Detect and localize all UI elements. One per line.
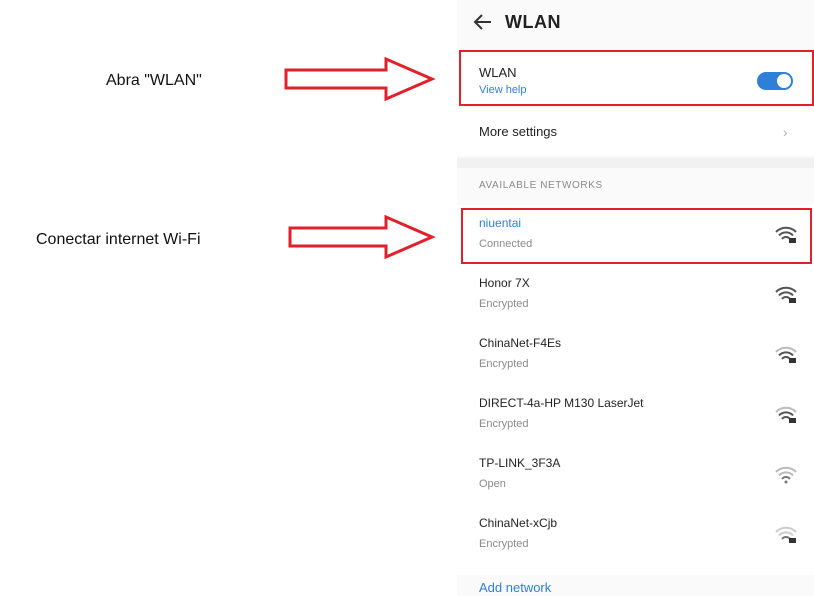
network-item-tp-link[interactable]: TP-LINK_3F3A Open — [457, 448, 814, 506]
network-status: Connected — [479, 238, 533, 250]
page-title: WLAN — [505, 12, 561, 32]
network-name: niuentai — [479, 216, 522, 230]
network-item-direct-hp-laserjet[interactable]: DIRECT-4a-HP M130 LaserJet Encrypted — [457, 388, 814, 446]
network-name: ChinaNet-xCjb — [479, 516, 558, 530]
network-status: Encrypted — [479, 418, 529, 430]
network-item-niuentai[interactable]: niuentai Connected — [457, 208, 814, 266]
wifi-locked-icon — [775, 226, 797, 243]
add-network-button[interactable]: Add network — [479, 580, 551, 595]
network-status: Encrypted — [479, 358, 529, 370]
wifi-open-icon — [775, 466, 797, 484]
network-item-chinanet-f4es[interactable]: ChinaNet-F4Es Encrypted — [457, 328, 814, 386]
wlan-toggle[interactable] — [757, 72, 793, 90]
arrow-right-icon — [288, 214, 436, 260]
chevron-right-icon: › — [783, 124, 788, 140]
annotation-connect-wifi: Conectar internet Wi-Fi — [36, 231, 201, 248]
wlan-label: WLAN — [479, 65, 517, 80]
wifi-locked-icon — [775, 526, 797, 543]
wifi-locked-icon — [775, 406, 797, 423]
toggle-knob — [777, 74, 791, 88]
wifi-locked-icon — [775, 286, 797, 303]
network-name: DIRECT-4a-HP M130 LaserJet — [479, 396, 644, 410]
available-networks-header: AVAILABLE NETWORKS — [479, 180, 603, 191]
network-name: ChinaNet-F4Es — [479, 336, 562, 350]
more-settings-label: More settings — [479, 124, 558, 139]
wifi-locked-icon — [775, 346, 797, 363]
network-status: Encrypted — [479, 298, 529, 310]
network-item-chinanet-xcjb[interactable]: ChinaNet-xCjb Encrypted — [457, 508, 814, 566]
wlan-settings-screen: WLAN WLAN View help More settings › AVAI… — [457, 0, 814, 596]
arrow-left-icon[interactable] — [471, 10, 495, 34]
network-status: Open — [479, 478, 506, 490]
top-bar: WLAN — [457, 0, 814, 46]
network-status: Encrypted — [479, 538, 529, 550]
network-list: niuentai Connected Honor 7X Encrypted Ch… — [457, 205, 814, 575]
network-name: Honor 7X — [479, 276, 530, 290]
view-help-link[interactable]: View help — [479, 84, 527, 96]
network-name: TP-LINK_3F3A — [479, 456, 561, 470]
network-item-honor-7x[interactable]: Honor 7X Encrypted — [457, 268, 814, 326]
arrow-right-icon — [284, 56, 436, 102]
section-divider — [457, 158, 814, 168]
annotation-open-wlan: Abra "WLAN" — [106, 72, 202, 89]
